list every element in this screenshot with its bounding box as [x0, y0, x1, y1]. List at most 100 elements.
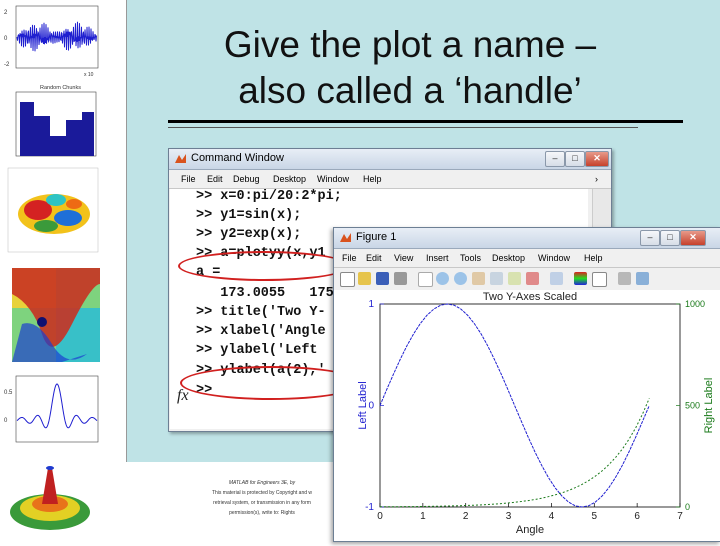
slide-title-line1: Give the plot a name – — [223, 24, 597, 65]
thumbnail-sinc-plot: 0.5 0 — [4, 375, 99, 443]
command-window-titlebar[interactable]: Command Window – □ ✕ — [169, 149, 611, 170]
menu-window[interactable]: Window — [538, 253, 570, 263]
data-cursor-icon[interactable] — [508, 272, 521, 285]
caption-line4: permission(s), write to: Rights — [229, 510, 295, 516]
x-tick-label: 5 — [592, 511, 598, 522]
x-tick-label: 7 — [677, 511, 683, 522]
menu-view[interactable]: View — [394, 253, 413, 263]
x-tick-label: 0 — [377, 511, 383, 522]
menu-window[interactable]: Window — [317, 174, 349, 184]
thumb1-axis-label: x 10 — [84, 72, 94, 78]
chart-title: Two Y-Axes Scaled — [483, 291, 577, 303]
matlab-icon — [175, 154, 186, 163]
menu-debug[interactable]: Debug — [233, 174, 260, 184]
copyright-caption: MATLAB for Engineers 3E, by This materia… — [182, 478, 342, 518]
svg-text:2: 2 — [4, 10, 8, 16]
maximize-button[interactable]: □ — [660, 230, 680, 246]
dock-icon[interactable] — [636, 272, 649, 285]
figure-window: Figure 1 – □ ✕ File Edit View Insert Too… — [333, 227, 720, 542]
link-icon[interactable] — [550, 272, 563, 285]
minimize-button[interactable]: – — [545, 151, 565, 167]
command-line: >> y1=sin(x); — [196, 208, 302, 223]
menu-desktop[interactable]: Desktop — [273, 174, 306, 184]
menu-help[interactable]: Help — [584, 253, 603, 263]
command-line: >> y2=exp(x); — [196, 227, 302, 242]
y-tick-label: -1 — [365, 502, 374, 513]
y-tick-label: 0 — [368, 401, 374, 412]
x-tick-label: 4 — [549, 511, 555, 522]
brush-icon[interactable] — [526, 272, 539, 285]
close-button[interactable]: ✕ — [680, 230, 706, 246]
x-tick-label: 3 — [506, 511, 512, 522]
figure-window-titlebar[interactable]: Figure 1 – □ ✕ — [334, 228, 720, 249]
figure-window-title: Figure 1 — [356, 231, 397, 243]
y-right-tick-label: 500 — [685, 401, 700, 411]
caption-line1: MATLAB for Engineers 3E, by — [228, 480, 296, 486]
figure-toolbar — [334, 268, 720, 291]
slide-title-line2: also called a ‘handle’ — [238, 70, 582, 111]
figure-window-menubar: File Edit View Insert Tools Desktop Wind… — [334, 249, 720, 268]
command-line: >> title('Two Y- — [196, 305, 326, 320]
open-file-icon[interactable] — [358, 272, 371, 285]
highlight-oval-plotyy — [178, 251, 350, 281]
slide-title: Give the plot a name – also called a ‘ha… — [180, 22, 640, 114]
menu-help[interactable]: Help — [363, 174, 382, 184]
menu-file[interactable]: File — [181, 174, 196, 184]
command-window-title: Command Window — [191, 152, 284, 164]
print-icon[interactable] — [394, 272, 407, 285]
menu-file[interactable]: File — [342, 253, 357, 263]
menu-insert[interactable]: Insert — [426, 253, 449, 263]
menu-tools[interactable]: Tools — [460, 253, 481, 263]
svg-text:0: 0 — [4, 36, 8, 42]
rotate-icon[interactable] — [490, 272, 503, 285]
figure-icon — [340, 233, 351, 242]
thumbnail-histogram: Random Chunks — [15, 85, 97, 157]
menubar-arrow-icon[interactable]: › — [595, 174, 598, 184]
caption-line3: retrieval system, or transmission in any… — [213, 500, 311, 506]
thumbnail-fractal-image — [12, 268, 100, 362]
menu-edit[interactable]: Edit — [207, 174, 223, 184]
plot-area: 0 1 2 3 4 5 6 7 -1 0 1 0 500 1000 Two Y-Axes Scaled Ang… — [334, 290, 720, 541]
thumbnail-signal-plot: 2 0 -2 x 10 — [4, 5, 99, 78]
y-tick-label: 1 — [368, 299, 374, 310]
x-axis-label: Angle — [516, 524, 544, 536]
menu-edit[interactable]: Edit — [366, 253, 382, 263]
thumbnail-3d-peak — [10, 466, 90, 530]
thumb2-title: Random Chunks — [40, 85, 81, 91]
menu-desktop[interactable]: Desktop — [492, 253, 525, 263]
thumbnail-strip: 2 0 -2 x 10 Random Chunks 0.5 0 — [0, 0, 108, 540]
title-underline-thin — [168, 127, 638, 128]
colorbar-icon[interactable] — [574, 272, 587, 285]
y-axis-label: Left Label — [357, 381, 369, 429]
maximize-button[interactable]: □ — [565, 151, 585, 167]
plotyy-chart[interactable]: 0 1 2 3 4 5 6 7-10105001000Two Y-Axes ScaledAng… — [334, 290, 720, 541]
command-line: >> ylabel('Left — [196, 343, 326, 358]
command-window-menubar: File Edit Debug Desktop Window Help › — [169, 170, 611, 189]
pointer-icon[interactable] — [418, 272, 433, 287]
new-figure-icon[interactable] — [340, 272, 355, 287]
title-underline — [168, 120, 683, 123]
zoom-out-icon[interactable] — [454, 272, 467, 285]
thumbnail-surface-plot — [7, 167, 99, 253]
y-right-tick-label: 0 — [685, 502, 690, 512]
minimize-button[interactable]: – — [640, 230, 660, 246]
svg-text:0.5: 0.5 — [4, 390, 13, 396]
save-icon[interactable] — [376, 272, 389, 285]
close-button[interactable]: ✕ — [585, 151, 609, 167]
y-right-tick-label: 1000 — [685, 299, 705, 309]
svg-text:-2: -2 — [4, 62, 10, 68]
hide-tools-icon[interactable] — [618, 272, 631, 285]
command-line: >> x=0:pi/20:2*pi; — [196, 189, 342, 204]
legend-icon[interactable] — [592, 272, 607, 287]
svg-text:0: 0 — [4, 418, 8, 424]
x-tick-label: 6 — [634, 511, 640, 522]
y-right-axis-label: Right Label — [703, 378, 715, 434]
x-tick-label: 2 — [463, 511, 469, 522]
zoom-in-icon[interactable] — [436, 272, 449, 285]
caption-line2: This material is protected by Copyright … — [211, 490, 313, 496]
pan-icon[interactable] — [472, 272, 485, 285]
axes-box — [379, 303, 681, 508]
command-line: >> xlabel('Angle — [196, 324, 326, 339]
x-tick-label: 1 — [420, 511, 426, 522]
command-line: 173.0055 175. — [196, 286, 342, 301]
